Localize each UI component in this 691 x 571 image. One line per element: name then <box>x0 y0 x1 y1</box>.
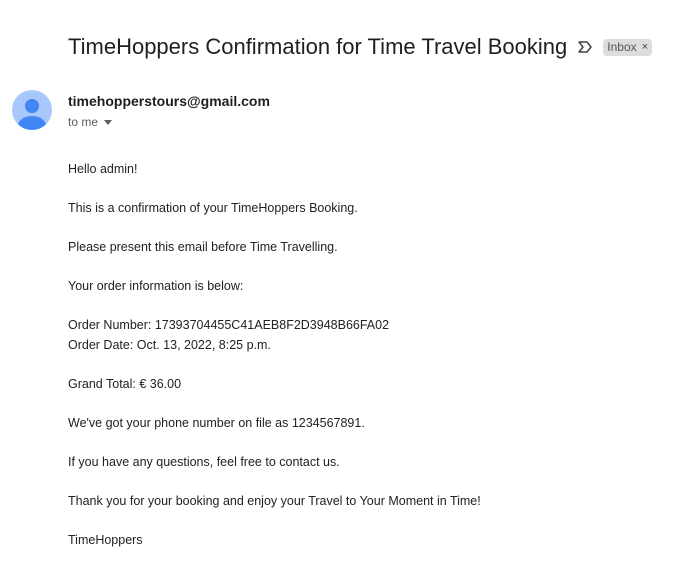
email-subject: TimeHoppers Confirmation for Time Travel… <box>68 34 568 59</box>
sender-email[interactable]: timehopperstours@gmail.com <box>68 93 270 109</box>
subject-row: TimeHoppers Confirmation for Time Travel… <box>68 34 653 60</box>
inbox-label-chip[interactable]: Inbox × <box>603 38 653 56</box>
body-signature: TimeHoppers <box>68 532 143 547</box>
body-order-date: Order Date: Oct. 13, 2022, 8:25 p.m. <box>68 337 271 352</box>
email-body: Hello admin! This is a confirmation of y… <box>68 160 668 550</box>
body-thanks: Thank you for your booking and enjoy you… <box>68 493 481 508</box>
body-present: Please present this email before Time Tr… <box>68 240 338 254</box>
body-grand-total: Grand Total: € 36.00 <box>68 376 182 391</box>
email-view: TimeHoppers Confirmation for Time Travel… <box>0 0 691 571</box>
body-order-number: Order Number: 17393704455C41AEB8F2D3948B… <box>68 318 390 332</box>
person-avatar-icon <box>12 90 52 130</box>
body-phone: We've got your phone number on file as 1… <box>68 415 365 430</box>
label-important-icon[interactable] <box>577 40 593 54</box>
close-icon[interactable]: × <box>642 41 648 53</box>
recipient-label: to me <box>68 115 99 129</box>
inbox-label-text: Inbox <box>607 40 637 54</box>
body-greeting: Hello admin! <box>68 162 138 176</box>
caret-down-icon[interactable] <box>104 119 113 125</box>
body-questions: If you have any questions, feel free to … <box>68 454 340 469</box>
body-order-intro: Your order information is below: <box>68 279 244 293</box>
body-confirmation: This is a confirmation of your TimeHoppe… <box>68 201 358 215</box>
sender-block: timehopperstours@gmail.com to me <box>68 93 270 129</box>
recipient-row[interactable]: to me <box>68 115 270 129</box>
